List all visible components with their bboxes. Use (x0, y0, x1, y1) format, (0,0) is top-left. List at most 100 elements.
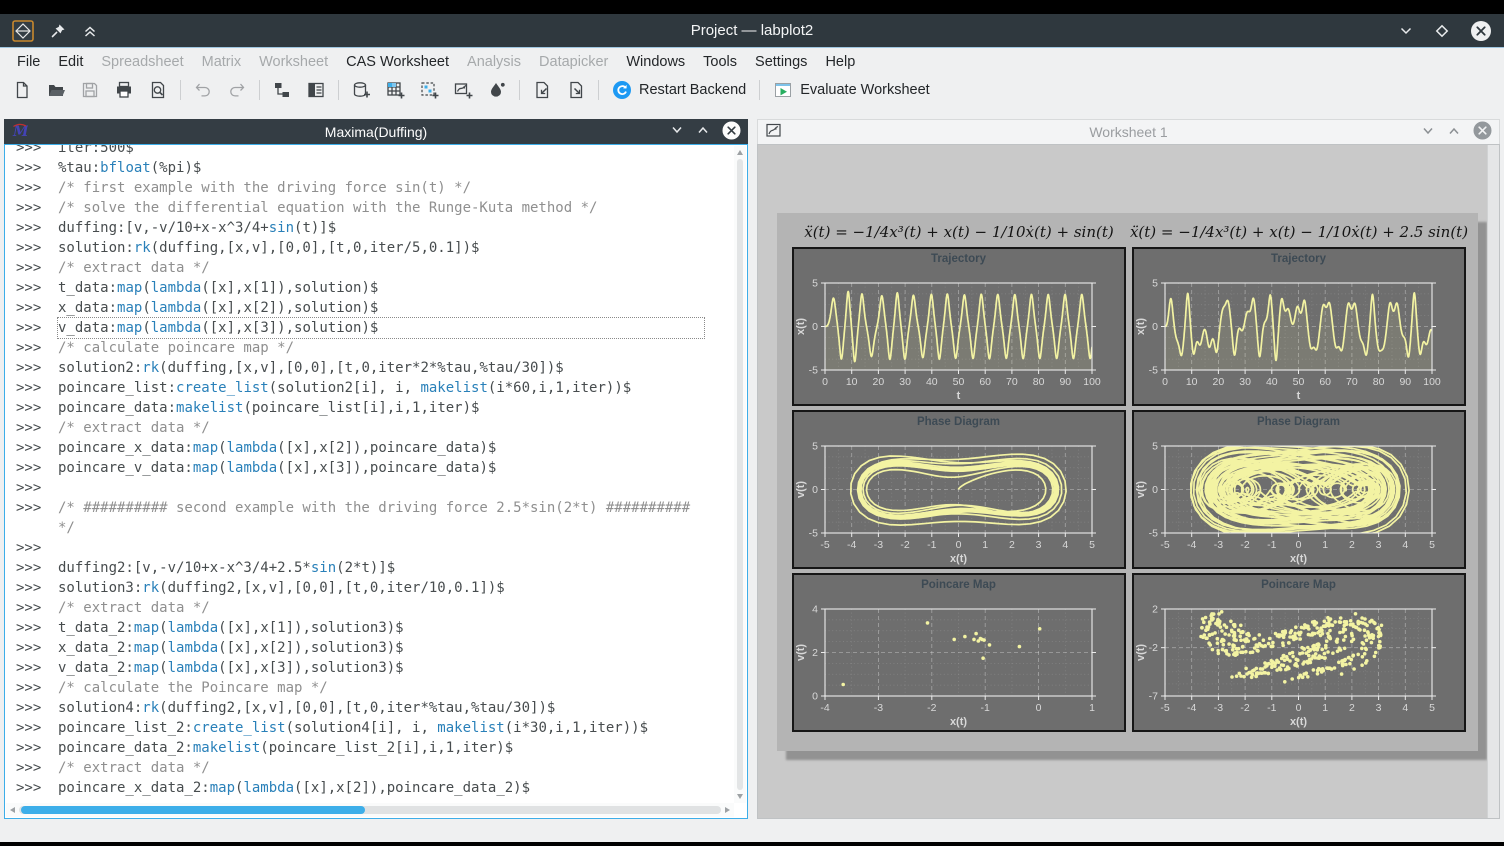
toolbar-new-datapicker-button[interactable] (446, 77, 480, 103)
horizontal-scroll-track[interactable] (19, 806, 721, 814)
cas-command[interactable]: iter:500$ (58, 145, 134, 158)
svg-text:5: 5 (1152, 441, 1158, 453)
dock-minimize-icon[interactable] (1421, 124, 1435, 141)
close-button[interactable] (1470, 20, 1492, 42)
dock-maximize-icon[interactable] (696, 123, 710, 140)
worksheet-view[interactable]: ẍ(t) = −1/4x³(t) + x(t) − 1/10ẋ(t) + sin… (757, 144, 1500, 819)
cas-command[interactable]: /* first example with the driving force … (58, 178, 471, 198)
cas-command[interactable]: t_data_2:map(lambda([x],x[1]),solution3)… (58, 618, 404, 638)
cas-command[interactable]: t_data:map(lambda([x],x[1]),solution)$ (58, 278, 378, 298)
minimize-button[interactable] (1398, 23, 1414, 39)
worksheet-vertical-scrollbar[interactable] (1487, 145, 1499, 818)
maximize-button[interactable] (1434, 23, 1450, 39)
cas-command[interactable]: x_data_2:map(lambda([x],x[2]),solution3)… (58, 638, 404, 658)
maxima-code-area[interactable]: >>> iter:500$ >>> %tau:bfloat(%pi)$ >>> /* fi… (4, 144, 748, 819)
maxima-dock-header[interactable]: M Maxima(Duffing) (4, 119, 748, 144)
vertical-scroll-thumb[interactable] (737, 159, 743, 790)
cas-command[interactable]: solution:rk(duffing,[x,v],[0,0],[t,0,ite… (58, 238, 479, 258)
toolbar-undo-button[interactable] (186, 77, 220, 103)
plot-phase-1[interactable]: -5-4-3-2-1012345-505Phase Diagramx(t)v(t… (792, 410, 1126, 569)
cas-command[interactable]: poincare_x_data:map(lambda([x],x[2]),poi… (58, 438, 496, 458)
menu-settings[interactable]: Settings (746, 51, 816, 73)
toolbar-evaluate-worksheet-button[interactable]: Evaluate Worksheet (765, 77, 938, 103)
cas-session[interactable]: >>> iter:500$ >>> %tau:bfloat(%pi)$ >>> /* fi… (5, 145, 734, 803)
cas-command[interactable]: /* calculate the Poincare map */ (58, 678, 328, 698)
cas-command[interactable]: /* solve the differential equation with … (58, 198, 597, 218)
cas-command[interactable]: /* ########## second example with the dr… (58, 498, 704, 538)
toolbar-restart-backend-button[interactable]: Restart Backend (604, 77, 754, 103)
cas-command[interactable]: %tau:bfloat(%pi)$ (58, 158, 201, 178)
svg-text:3: 3 (1376, 539, 1382, 551)
menu-edit[interactable]: Edit (49, 51, 92, 73)
cas-command[interactable]: solution2:rk(duffing,[x,v],[0,0],[t,0,it… (58, 358, 564, 378)
horizontal-scroll-thumb[interactable] (21, 806, 365, 814)
menu-help[interactable]: Help (816, 51, 864, 73)
cas-command[interactable]: /* calculate poincare map */ (58, 338, 294, 358)
cas-prompt: >>> (16, 238, 58, 258)
cas-command[interactable]: solution3:rk(duffing2,[x,v],[0,0],[t,0,i… (58, 578, 505, 598)
dock-maximize-icon[interactable] (1447, 124, 1461, 141)
toolbar-new-project-button[interactable] (5, 77, 39, 103)
toolbar-new-spreadsheet-button[interactable] (344, 77, 378, 103)
cas-prompt: >>> (16, 358, 58, 378)
menu-worksheet: Worksheet (250, 51, 337, 73)
menu-windows[interactable]: Windows (617, 51, 694, 73)
toolbar-new-worksheet-button[interactable] (412, 77, 446, 103)
cas-command[interactable]: v_data:map(lambda([x],x[3]),solution)$ (58, 318, 704, 338)
cas-command[interactable]: poincare_data:makelist(poincare_list[i],… (58, 398, 479, 418)
code-vertical-scrollbar[interactable] (734, 146, 746, 803)
toolbar-new-matrix-button[interactable] (378, 77, 412, 103)
code-horizontal-scrollbar[interactable] (6, 803, 734, 817)
toolbar-print-preview-button[interactable] (141, 77, 175, 103)
scroll-up-arrow-icon[interactable] (737, 150, 743, 155)
plot-phase-2[interactable]: -5-4-3-2-1012345-505Phase Diagramx(t)v(t… (1132, 410, 1466, 569)
pin-icon[interactable] (50, 23, 66, 39)
toolbar-save-project-button[interactable] (73, 77, 107, 103)
cas-command[interactable]: poincare_list:create_list(solution2[i], … (58, 378, 631, 398)
dock-minimize-icon[interactable] (670, 123, 684, 140)
toolbar-print-button[interactable] (107, 77, 141, 103)
dock-close-icon[interactable] (722, 121, 741, 143)
dock-splitter[interactable] (748, 119, 757, 819)
x-axis-label: x(t) (950, 716, 967, 728)
cas-command[interactable]: /* extract data */ (58, 258, 210, 278)
toolbar-color-scheme-button[interactable] (480, 77, 514, 103)
menu-analysis: Analysis (458, 51, 530, 73)
plot-trajectory-1[interactable]: 0102030405060708090100-505Trajectorytx(t… (792, 247, 1126, 406)
svg-text:0: 0 (822, 376, 828, 388)
cas-command[interactable]: poincare_x_data_2:map(lambda([x],x[2]),p… (58, 778, 530, 798)
cas-command[interactable]: /* extract data */ (58, 758, 210, 778)
toolbar-properties-explorer-button[interactable] (299, 77, 333, 103)
worksheet-dock-header[interactable]: Worksheet 1 (757, 119, 1500, 144)
scroll-down-arrow-icon[interactable] (737, 794, 743, 799)
cas-command[interactable]: v_data_2:map(lambda([x],x[3]),solution3)… (58, 658, 404, 678)
plot-poincare-2[interactable]: -5-4-3-2-10123452-2-7Poincare Mapx(t)v(t… (1132, 573, 1466, 732)
menu-tools[interactable]: Tools (694, 51, 746, 73)
cas-command[interactable]: /* extract data */ (58, 418, 210, 438)
cas-command[interactable]: poincare_v_data:map(lambda([x],x[3]),poi… (58, 458, 496, 478)
evaluate-worksheet-label: Evaluate Worksheet (800, 82, 930, 98)
menu-file[interactable]: File (8, 51, 49, 73)
toolbar-project-explorer-button[interactable] (265, 77, 299, 103)
cas-command[interactable]: duffing:[v,-v/10+x-x^3/4+sin(t)]$ (58, 218, 336, 238)
toolbar-export-button[interactable] (559, 77, 593, 103)
plot-poincare-1[interactable]: -4-3-2-101024Poincare Mapx(t)v(t) (792, 573, 1126, 732)
toolbar-open-project-button[interactable] (39, 77, 73, 103)
dock-close-icon[interactable] (1473, 121, 1492, 143)
collapse-toolbar-icon[interactable] (82, 23, 98, 39)
toolbar-redo-button[interactable] (220, 77, 254, 103)
cas-command[interactable]: x_data:map(lambda([x],x[2]),solution)$ (58, 298, 378, 318)
cas-command[interactable]: poincare_data_2:makelist(poincare_list_2… (58, 738, 513, 758)
scroll-right-arrow-icon[interactable] (725, 807, 730, 813)
scroll-left-arrow-icon[interactable] (10, 807, 15, 813)
svg-text:-5: -5 (1149, 365, 1158, 377)
cas-command[interactable]: /* extract data */ (58, 598, 210, 618)
menu-cas-worksheet[interactable]: CAS Worksheet (337, 51, 458, 73)
plot-trajectory-2[interactable]: 0102030405060708090100-505Trajectorytx(t… (1132, 247, 1466, 406)
cas-command[interactable]: duffing2:[v,-v/10+x-x^3/4+2.5*sin(2*t)]$ (58, 558, 395, 578)
code-line: >>> (16, 538, 734, 558)
toolbar-import-button[interactable] (525, 77, 559, 103)
cas-command[interactable]: poincare_list_2:create_list(solution4[i]… (58, 718, 648, 738)
cas-command[interactable]: solution4:rk(duffing2,[x,v],[0,0],[t,0,i… (58, 698, 555, 718)
new-document-icon (12, 80, 32, 100)
